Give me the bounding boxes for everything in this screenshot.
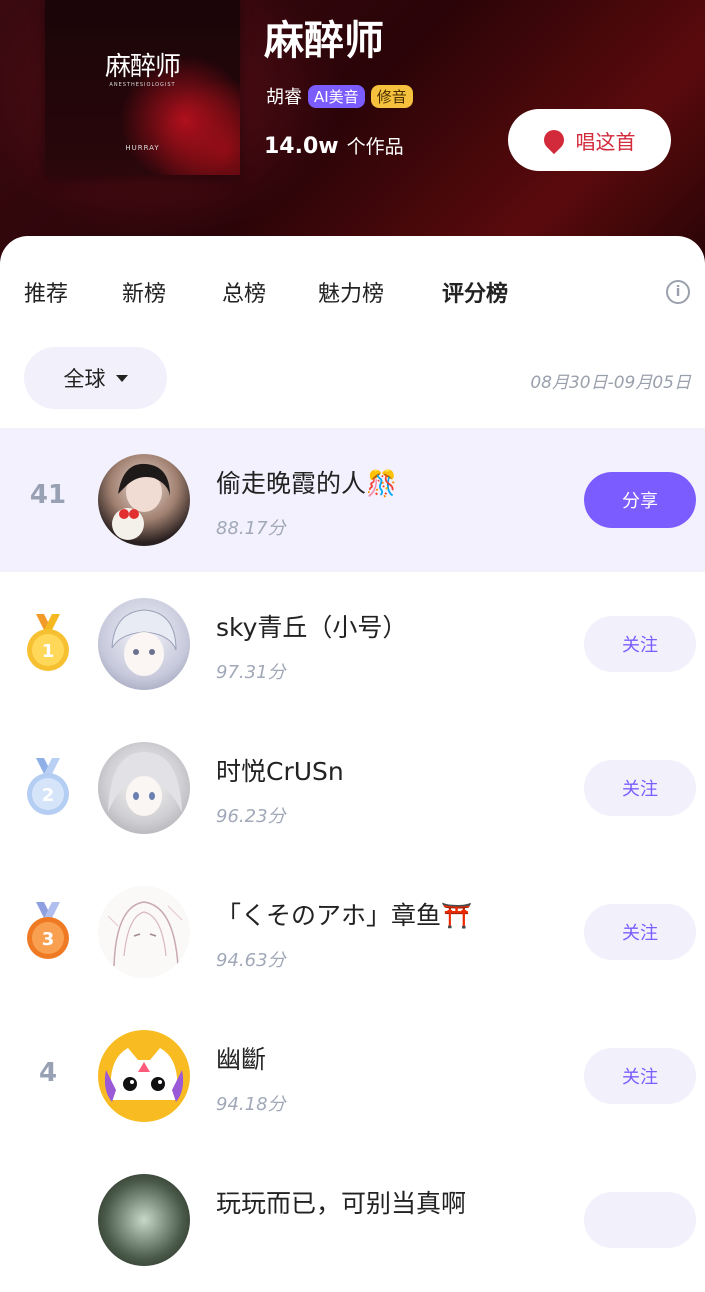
bronze-medal-icon: 3 [27,902,69,959]
date-range: 08月30日-09月05日 [530,373,691,393]
caret-down-icon [115,374,128,382]
svg-text:2: 2 [42,785,55,806]
ranking-tabs: 推荐 新榜 总榜 魅力榜 评分榜 i [0,236,705,346]
ranking-row[interactable]: 2 时悦CrUSn 96.23分 关注 [0,716,705,860]
follow-button[interactable]: 关注 [584,1048,696,1104]
ranking-row[interactable]: 3 「くそのアホ」章鱼⛩️ 94.63分 关注 [0,860,705,1004]
follow-button[interactable] [584,1192,696,1248]
cover-title: 麻醉师 [104,52,181,82]
ai-voice-tag: AI美音 [308,84,365,108]
user-score: 88.17分 [216,518,286,539]
album-cover[interactable]: 麻醉师 ANESTHESIOLOGIST HURRAY [45,0,240,175]
svg-text:1: 1 [42,641,55,662]
follow-button[interactable]: 关注 [584,904,696,960]
works-label: 个作品 [346,136,404,158]
avatar[interactable] [98,1030,190,1122]
svg-text:3: 3 [42,929,55,950]
user-score: 94.63分 [216,950,286,971]
works-number: 14.0w [264,134,339,159]
tab-total[interactable]: 总榜 [222,276,266,308]
cover-artist: HURRAY [125,144,160,152]
user-score: 96.23分 [216,806,286,827]
info-icon[interactable]: i [666,280,690,304]
pitch-fix-tag: 修音 [370,84,413,108]
follow-button[interactable]: 关注 [584,616,696,672]
region-dropdown[interactable]: 全球 [24,347,167,409]
ranking-row[interactable]: 1 sky青丘（小号） 97.31分 关注 [0,572,705,716]
tab-charm[interactable]: 魅力榜 [318,276,384,308]
sing-this-button[interactable]: 唱这首 [508,109,671,171]
silver-medal-icon: 2 [27,758,69,815]
cover-subtitle: ANESTHESIOLOGIST [109,82,176,88]
rank-number: 4 [38,1058,58,1088]
user-name[interactable]: 幽斷 [216,1040,266,1076]
avatar[interactable] [98,598,190,690]
user-name[interactable]: 偷走晚霞的人🎊 [216,464,397,500]
ranking-row[interactable]: 4 幽斷 94.18分 关注 [0,1004,705,1148]
user-score: 97.31分 [216,662,286,683]
avatar[interactable] [98,454,190,546]
rank-number: 41 [29,480,67,510]
region-label: 全球 [63,367,106,391]
works-count: 14.0w 个作品 [264,132,404,159]
avatar[interactable] [98,886,190,978]
microphone-icon [539,125,568,155]
share-button[interactable]: 分享 [584,472,696,528]
ranking-panel: 推荐 新榜 总榜 魅力榜 评分榜 i 全球 08月30日-09月05日 41 偷… [0,236,705,1266]
sing-button-label: 唱这首 [575,129,636,154]
user-name[interactable]: 「くそのアホ」章鱼⛩️ [216,896,472,932]
follow-button[interactable]: 关注 [584,760,696,816]
my-rank-row[interactable]: 41 偷走晚霞的人🎊 88.17分 分享 [0,428,705,572]
tab-new[interactable]: 新榜 [122,276,166,308]
avatar[interactable] [98,742,190,834]
artist-name[interactable]: 胡睿 [266,83,302,109]
tab-score[interactable]: 评分榜 [442,276,509,312]
user-name[interactable]: sky青丘（小号） [216,608,407,644]
ranking-row[interactable]: 玩玩而已，可别当真啊 [0,1148,705,1292]
artist-row: 胡睿 AI美音 修音 [266,83,413,109]
gold-medal-icon: 1 [27,614,69,671]
user-name[interactable]: 玩玩而已，可别当真啊 [216,1184,466,1220]
tab-recommend[interactable]: 推荐 [24,276,68,308]
song-title: 麻醉师 [264,17,384,64]
avatar[interactable] [98,1174,190,1266]
user-score: 94.18分 [216,1094,286,1115]
user-name[interactable]: 时悦CrUSn [216,752,344,788]
